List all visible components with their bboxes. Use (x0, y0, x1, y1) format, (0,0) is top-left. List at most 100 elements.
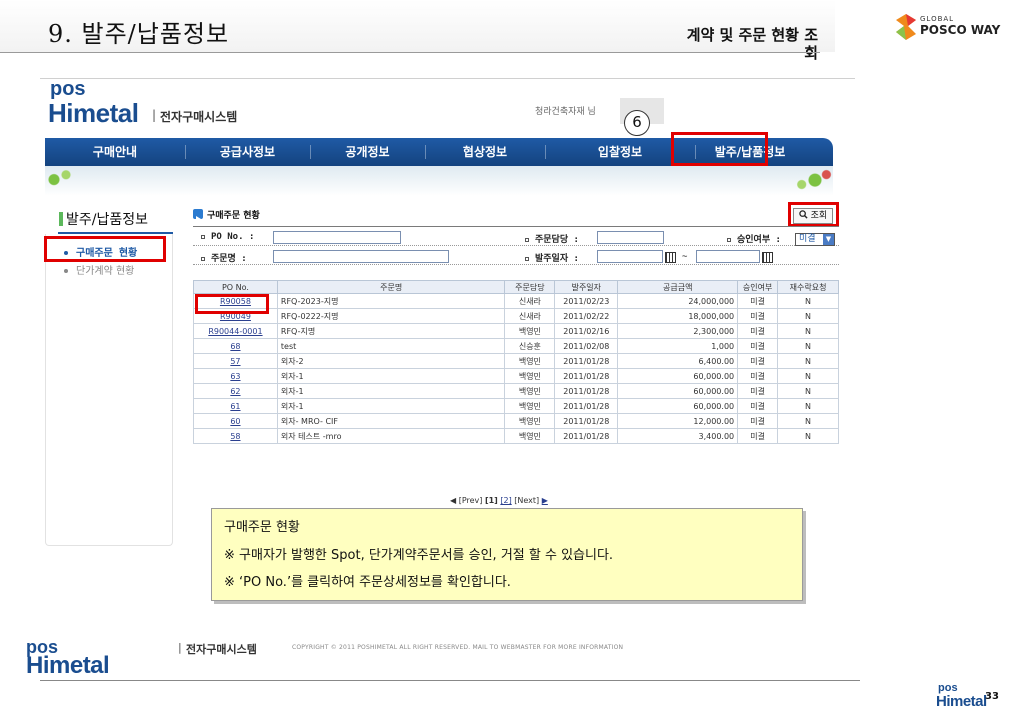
leaf-decoration-left (45, 170, 75, 186)
footer-separator: | (178, 641, 182, 654)
order-name-input[interactable] (273, 250, 449, 263)
approval-cell: 미결 (737, 338, 779, 354)
order-date-cell: 2011/01/28 (554, 368, 619, 384)
next-page-link[interactable]: [Next] (514, 496, 539, 505)
po-number-highlight-box (195, 294, 269, 314)
column-header-manager: 주문담당 (504, 280, 556, 294)
nav-item-supplier-info[interactable]: 공급사정보 (185, 138, 310, 166)
po-number-link[interactable]: R90044-0001 (208, 327, 262, 336)
approval-cell: 미결 (737, 308, 779, 324)
approval-cell: 미결 (737, 323, 779, 339)
order-date-cell: 2011/01/28 (554, 353, 619, 369)
slide-title: 9. 발주/납품정보 (48, 20, 230, 48)
po-number-cell: 57 (193, 353, 278, 369)
table-row: 63 외자-1 백영민 2011/01/28 60,000.00 미결 N (193, 368, 839, 384)
reaccept-cell: N (777, 383, 839, 399)
po-number-link[interactable]: 61 (230, 402, 240, 411)
order-table: PO No. 주문명 주문담당 발주일자 공급금액 승인여부 재수락요청 R90… (193, 280, 839, 444)
nav-item-negotiation-info[interactable]: 협상정보 (425, 138, 545, 166)
order-name-cell: 외자-1 (276, 368, 506, 384)
column-header-supply-amount: 공급금액 (617, 280, 739, 294)
prev-page-link[interactable]: ◀ [Prev] (450, 496, 482, 505)
reaccept-cell: N (777, 323, 839, 339)
po-number-link[interactable]: 60 (230, 417, 240, 426)
approval-cell: 미결 (737, 383, 779, 399)
corner-logo-himetal: Himetal (936, 693, 987, 708)
nav-item-public-info[interactable]: 공개정보 (310, 138, 425, 166)
manager-cell: 백영민 (504, 383, 556, 399)
reaccept-cell: N (777, 353, 839, 369)
table-row: 60 외자- MRO- CIF 백영민 2011/01/28 12,000.00 미결 N (193, 413, 839, 429)
po-number-cell: 62 (193, 383, 278, 399)
approval-select-value: 미결 (799, 234, 816, 244)
slide-section-label: 계약 및 주문 현황 조회 (686, 26, 818, 62)
po-number-link[interactable]: 68 (230, 342, 240, 351)
note-line-2: ※ ‘PO No.’를 클릭하여 주문상세정보를 확인합니다. (224, 575, 511, 590)
calendar-icon[interactable] (665, 252, 676, 263)
bullet-icon (525, 256, 529, 261)
order-name-cell: 외자-1 (276, 398, 506, 414)
po-number-link[interactable]: 57 (230, 357, 240, 366)
table-row: R90058 RFQ-2023-지명 신새라 2011/02/23 24,000,000… (193, 293, 839, 309)
app-logo-separator: | (152, 108, 157, 122)
reaccept-cell: N (777, 413, 839, 429)
order-date-cell: 2011/01/28 (554, 398, 619, 414)
approval-cell: 미결 (737, 368, 779, 384)
order-date-cell: 2011/01/28 (554, 383, 619, 399)
order-name-cell: 외자-1 (276, 383, 506, 399)
po-number-cell: 61 (193, 398, 278, 414)
nav-highlight-box (671, 132, 768, 166)
manager-cell: 백영민 (504, 323, 556, 339)
play-icon (196, 216, 201, 222)
order-manager-input[interactable] (597, 231, 664, 244)
user-greeting: 청라건축자재 님 (535, 107, 596, 117)
order-name-label: 주문명 : (201, 251, 247, 264)
column-header-order-date: 발주일자 (554, 280, 619, 294)
sidebar-item-unit-price-contract-status[interactable]: 단가계약 현황 (64, 262, 134, 277)
column-header-approval: 승인여부 (737, 280, 779, 294)
po-number-link[interactable]: 58 (230, 432, 240, 441)
manager-cell: 신새라 (504, 293, 556, 309)
supply-amount-cell: 6,400.00 (617, 353, 739, 369)
reaccept-cell: N (777, 368, 839, 384)
order-date-to-input[interactable] (696, 250, 760, 263)
table-row: R90049 RFQ-0222-지명 신새라 2011/02/22 18,000,000… (193, 308, 839, 324)
filter-top-border (193, 226, 839, 227)
banner-strip (45, 166, 833, 196)
sidebar-panel (45, 234, 173, 546)
po-number-cell: 60 (193, 413, 278, 429)
bullet-icon (64, 269, 68, 273)
table-row: R90044-0001 RFQ-지명 백영민 2011/02/16 2,300,000 미… (193, 323, 839, 339)
note-line-1: ※ 구매자가 발행한 Spot, 단가계약주문서를 승인, 거절 할 수 있습니… (224, 548, 614, 563)
manager-cell: 백영민 (504, 428, 556, 444)
bullet-icon (727, 237, 731, 242)
table-header-row: PO No. 주문명 주문담당 발주일자 공급금액 승인여부 재수락요청 (193, 280, 839, 294)
po-no-label: PO No. : (201, 232, 254, 242)
next-arrow-icon[interactable]: ▶ (542, 496, 548, 505)
app-logo-himetal[interactable]: Himetal (48, 98, 139, 129)
header-divider (0, 52, 820, 53)
po-number-cell: R90044-0001 (193, 323, 278, 339)
reaccept-cell: N (777, 428, 839, 444)
page-2-link[interactable]: [2] (500, 496, 511, 505)
reaccept-cell: N (777, 398, 839, 414)
posco-way-logo: GLOBAL POSCO WAY (894, 12, 1014, 44)
supply-amount-cell: 3,400.00 (617, 428, 739, 444)
po-number-link[interactable]: 62 (230, 387, 240, 396)
manager-cell: 백영민 (504, 368, 556, 384)
nav-item-purchase-guide[interactable]: 구매안내 (45, 138, 185, 166)
calendar-icon[interactable] (762, 252, 773, 263)
approval-select[interactable]: 미결 ▼ (795, 233, 835, 246)
po-number-link[interactable]: 63 (230, 372, 240, 381)
column-header-reaccept-request: 재수락요청 (777, 280, 839, 294)
po-number-cell: 63 (193, 368, 278, 384)
po-no-input[interactable] (273, 231, 401, 244)
pagination: ◀ [Prev] [1] [2] [Next] ▶ (450, 496, 548, 505)
order-name-cell: RFQ-2023-지명 (276, 293, 506, 309)
leaf-decoration-right (796, 168, 834, 190)
order-date-from-input[interactable] (597, 250, 663, 263)
supply-amount-cell: 24,000,000 (617, 293, 739, 309)
page-number: 33 (985, 691, 999, 702)
order-name-cell: RFQ-0222-지명 (276, 308, 506, 324)
step-callout: 6 (624, 110, 650, 136)
